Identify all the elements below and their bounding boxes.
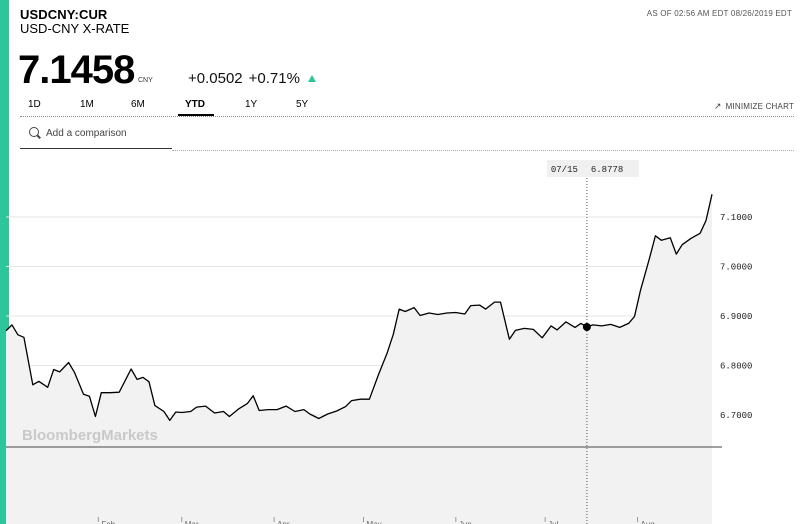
x-tick-label: Jul	[548, 520, 558, 524]
price-chart[interactable]: 7.1000 7.0000 6.9000 6.8000 6.7000 Feb Mar Apr…	[0, 150, 800, 524]
ticker-symbol: USDCNY:CUR	[20, 7, 108, 22]
tab-6m[interactable]: 6M	[131, 99, 145, 110]
x-tick-label: Apr	[277, 520, 290, 524]
tab-1m[interactable]: 1M	[80, 99, 94, 110]
tab-5y[interactable]: 5Y	[296, 99, 308, 110]
search-icon	[29, 127, 39, 137]
tab-1y[interactable]: 1Y	[245, 99, 257, 110]
series-area	[6, 194, 712, 524]
as-of-timestamp: AS OF 02:56 AM EDT 08/26/2019 EDT	[646, 9, 792, 18]
price-change: +0.0502 +0.71%	[188, 70, 316, 87]
crosshair-value: 6.8778	[591, 165, 623, 175]
crosshair-date: 07/15	[551, 165, 578, 175]
change-percent: +0.71%	[248, 70, 300, 87]
x-tick-label: Feb	[101, 520, 115, 524]
y-tick-label: 7.0000	[720, 263, 752, 273]
change-value: +0.0502	[188, 70, 243, 87]
instrument-name: USD-CNY X-RATE	[20, 21, 130, 36]
x-tick-label: Mar	[185, 520, 199, 524]
price-currency: CNY	[138, 77, 153, 84]
tabs-divider	[20, 116, 794, 117]
tab-1d[interactable]: 1D	[28, 99, 41, 110]
comparison-input[interactable]	[46, 125, 170, 141]
last-price: 7.1458	[18, 48, 135, 92]
y-tick-label: 6.9000	[720, 312, 752, 322]
minimize-label: MINIMIZE CHART	[725, 102, 794, 111]
y-tick-label: 6.7000	[720, 411, 752, 421]
minimize-chart-button[interactable]: ↗ MINIMIZE CHART	[714, 101, 794, 112]
x-tick-label: May	[366, 520, 381, 524]
area-layer	[5, 194, 713, 524]
x-tick-label: Aug	[641, 520, 655, 524]
y-axis: 7.1000 7.0000 6.9000 6.8000 6.7000	[720, 213, 752, 421]
x-tick-label: Jun	[459, 520, 472, 524]
y-tick-label: 7.1000	[720, 213, 752, 223]
tab-ytd[interactable]: YTD	[185, 99, 205, 110]
crosshair-point	[582, 322, 591, 331]
minimize-icon: ↗	[713, 101, 722, 111]
up-arrow-icon	[307, 75, 316, 82]
y-tick-label: 6.8000	[720, 362, 752, 372]
comparison-search	[20, 124, 172, 149]
watermark: BloombergMarkets	[22, 427, 158, 444]
